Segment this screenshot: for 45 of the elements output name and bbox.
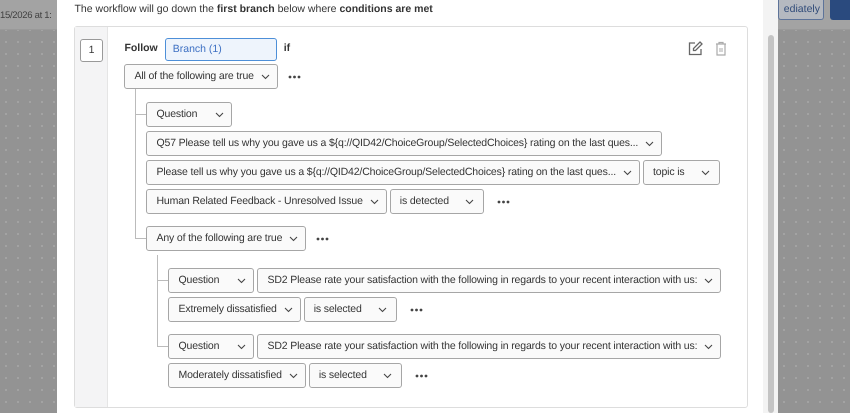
chevron-icon xyxy=(623,170,632,176)
date-text: 15/2026 at 1: xyxy=(0,10,52,21)
chevron-icon xyxy=(645,140,654,146)
chevron-icon xyxy=(700,170,710,176)
field-type-dropdown[interactable]: Question xyxy=(168,268,254,293)
chevron-icon xyxy=(215,112,224,118)
value-dropdown[interactable]: Extremely dissatisfied xyxy=(168,297,301,322)
value-dropdown[interactable]: Moderately dissatisfied xyxy=(168,363,306,388)
more-options-icon[interactable] xyxy=(288,74,301,78)
field-type-dropdown[interactable]: Question xyxy=(146,102,232,127)
branch-name-field[interactable]: Branch (1) xyxy=(164,38,277,60)
chevron-icon xyxy=(237,278,246,284)
chevron-icon xyxy=(237,344,246,350)
chevron-icon xyxy=(464,198,474,204)
instruction-text: The workflow will go down the first branch below where conditions are met xyxy=(74,2,434,17)
if-label: if xyxy=(284,41,290,56)
value-dropdown[interactable]: Q57 Please tell us why you gave us a ${q://QID42/ChoiceGroup/SelectedChoices} rating on the last ques... xyxy=(146,131,662,156)
field-type-dropdown[interactable]: Question xyxy=(168,334,254,359)
operator-dropdown[interactable]: is detected xyxy=(390,189,484,214)
chevron-icon xyxy=(289,236,298,242)
chevron-icon xyxy=(704,344,714,350)
chevron-icon xyxy=(382,372,392,378)
chevron-icon xyxy=(284,306,293,312)
conjunction-dropdown[interactable]: Any of the following are true xyxy=(146,226,306,251)
chevron-icon xyxy=(260,74,270,80)
operator-dropdown[interactable]: is selected xyxy=(308,363,402,388)
chevron-icon xyxy=(288,372,298,378)
more-options-icon[interactable] xyxy=(414,374,428,378)
value-dropdown[interactable]: SD2 Please rate your satisfaction with the following in regards to your recent interaction with us: xyxy=(257,334,722,359)
value-dropdown[interactable]: SD2 Please rate your satisfaction with the following in regards to your recent interaction with us: xyxy=(257,268,722,293)
value-dropdown[interactable]: Human Related Feedback - Unresolved Issue xyxy=(146,189,387,214)
chevron-icon xyxy=(370,198,379,204)
value-dropdown[interactable]: Please tell us why you gave us a ${q://QID42/ChoiceGroup/SelectedChoices} rating on the last ques... xyxy=(146,160,640,185)
more-options-icon[interactable] xyxy=(496,200,510,204)
schedule-button[interactable]: ediately xyxy=(778,0,824,20)
follow-label: Follow xyxy=(124,41,158,56)
more-options-icon[interactable] xyxy=(316,236,330,240)
more-options-icon[interactable] xyxy=(410,308,423,312)
conjunction-dropdown[interactable]: All of the following are true xyxy=(124,64,278,89)
chevron-icon xyxy=(378,306,387,312)
chevron-icon xyxy=(704,278,714,284)
branch-number: 1 xyxy=(80,39,103,62)
operator-dropdown[interactable]: topic is xyxy=(643,160,720,185)
operator-dropdown[interactable]: is selected xyxy=(304,297,397,322)
edit-icon[interactable] xyxy=(688,41,703,56)
